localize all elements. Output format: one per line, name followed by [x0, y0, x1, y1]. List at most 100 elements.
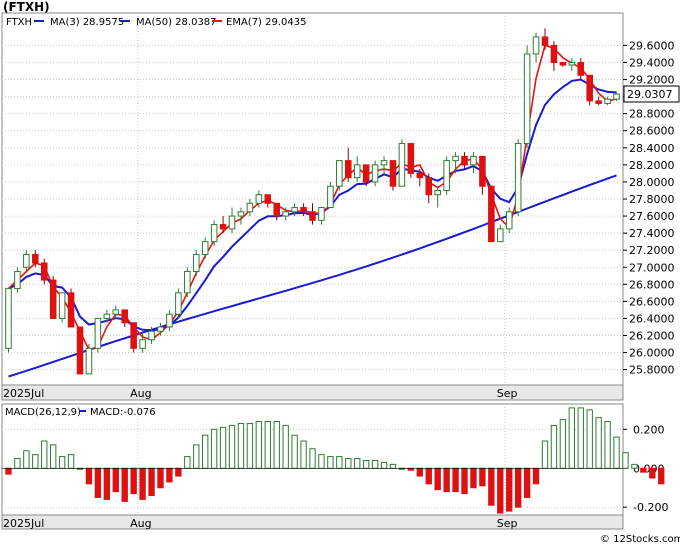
candle-body: [76, 326, 84, 375]
price-tick-label: 26.2000: [629, 330, 675, 343]
macd-bar: [202, 434, 209, 469]
candle-body: [613, 93, 620, 100]
candle-body: [273, 202, 281, 217]
candle-body: [148, 330, 155, 341]
macd-bar: [121, 467, 128, 502]
macd-bar: [577, 407, 584, 469]
legend-ema7: EMA(7) 29.0435: [226, 17, 306, 28]
macd-bar: [604, 421, 611, 469]
candle-body: [67, 292, 75, 328]
price-tick-label: 28.8000: [629, 108, 675, 121]
candle-body: [237, 211, 245, 217]
macd-bar: [148, 467, 155, 497]
candle-body: [371, 164, 379, 183]
price-tick-label: 26.0000: [629, 347, 675, 360]
macd-bar: [541, 440, 549, 469]
price-tick-label: 28.4000: [629, 142, 675, 155]
candle-body: [121, 309, 128, 324]
candle-body: [210, 224, 218, 243]
candle-body: [201, 241, 209, 255]
candle-body: [398, 143, 406, 187]
macd-bar: [309, 448, 316, 469]
candle-body: [175, 292, 182, 315]
macd-bar: [479, 467, 486, 487]
candle-body: [488, 185, 495, 243]
macd-bar: [461, 467, 468, 495]
macd-date-strip: [1, 514, 624, 530]
candle-body: [434, 189, 441, 196]
macd-bar: [67, 454, 75, 469]
candle-body: [595, 100, 602, 104]
candle-body: [425, 177, 433, 196]
price-tick-label: 29.6000: [629, 39, 675, 52]
price-tick-label: 29.2000: [629, 74, 675, 87]
price-tick-label: 27.6000: [629, 210, 675, 223]
price-tick-label: 27.8000: [629, 193, 675, 206]
candle-body: [264, 194, 272, 204]
candle-body: [550, 44, 558, 63]
macd-bar: [228, 424, 236, 469]
macd-bar: [559, 419, 567, 469]
candle-body: [40, 262, 48, 281]
macd-legend-value: MACD:-0.076: [90, 407, 156, 418]
macd-bar: [514, 467, 522, 508]
candle-body: [112, 309, 120, 315]
price-tick-label: 27.0000: [629, 261, 675, 274]
candle-body: [228, 215, 236, 230]
candle-body: [5, 288, 12, 349]
watermark: © 12Stocks.com: [600, 534, 680, 545]
candle-body: [157, 326, 164, 332]
price-tick-label: 26.6000: [629, 295, 675, 308]
candle-body: [192, 253, 200, 273]
macd-bar: [219, 426, 227, 469]
macd-bar: [273, 421, 280, 469]
price-tick-label: 28.6000: [629, 125, 675, 138]
candle-body: [291, 207, 298, 213]
macd-date-label: Aug: [130, 517, 151, 530]
candle-body: [416, 172, 424, 179]
price-tick-label: 26.8000: [629, 278, 675, 291]
macd-bar: [327, 456, 334, 469]
macd-bar: [291, 434, 298, 469]
macd-bar: [193, 444, 200, 469]
macd-bar: [550, 424, 558, 469]
candle-body: [184, 271, 191, 294]
macd-bar: [94, 467, 102, 498]
macd-bar: [568, 407, 576, 469]
candle-body: [541, 36, 549, 46]
candle-body: [309, 211, 316, 221]
macd-legend-params: MACD(26,12,9): [5, 407, 81, 418]
candle-body: [532, 36, 540, 55]
candle-body: [586, 74, 593, 102]
candle-body: [327, 185, 334, 209]
price-tick-label: 26.4000: [629, 312, 675, 325]
candle-body: [362, 164, 370, 183]
macd-bar: [488, 467, 495, 506]
candle-body: [14, 271, 21, 290]
candle-body: [49, 279, 57, 319]
macd-bar: [282, 424, 289, 469]
macd-bar: [255, 421, 263, 469]
macd-bar: [452, 467, 459, 493]
price-date-strip: [1, 384, 624, 401]
candle-body: [443, 160, 450, 191]
candle-body: [58, 292, 66, 319]
price-date-label: Aug: [130, 387, 151, 400]
candle-body: [255, 194, 263, 204]
macd-bar: [318, 454, 325, 469]
macd-date-label: 2025Jul: [3, 517, 44, 530]
candle-body: [407, 143, 415, 174]
macd-bar: [246, 422, 254, 469]
candle-body: [85, 347, 93, 375]
macd-bar: [622, 452, 629, 469]
macd-bar: [523, 467, 531, 498]
macd-bar: [434, 467, 441, 491]
candle-body: [246, 202, 254, 213]
macd-bar: [210, 428, 218, 469]
macd-bar: [443, 467, 450, 493]
macd-bar: [362, 459, 370, 469]
macd-tick-label: 0.200: [633, 423, 665, 436]
macd-bar: [175, 467, 182, 477]
macd-bar: [345, 458, 352, 469]
macd-bar: [112, 467, 119, 493]
